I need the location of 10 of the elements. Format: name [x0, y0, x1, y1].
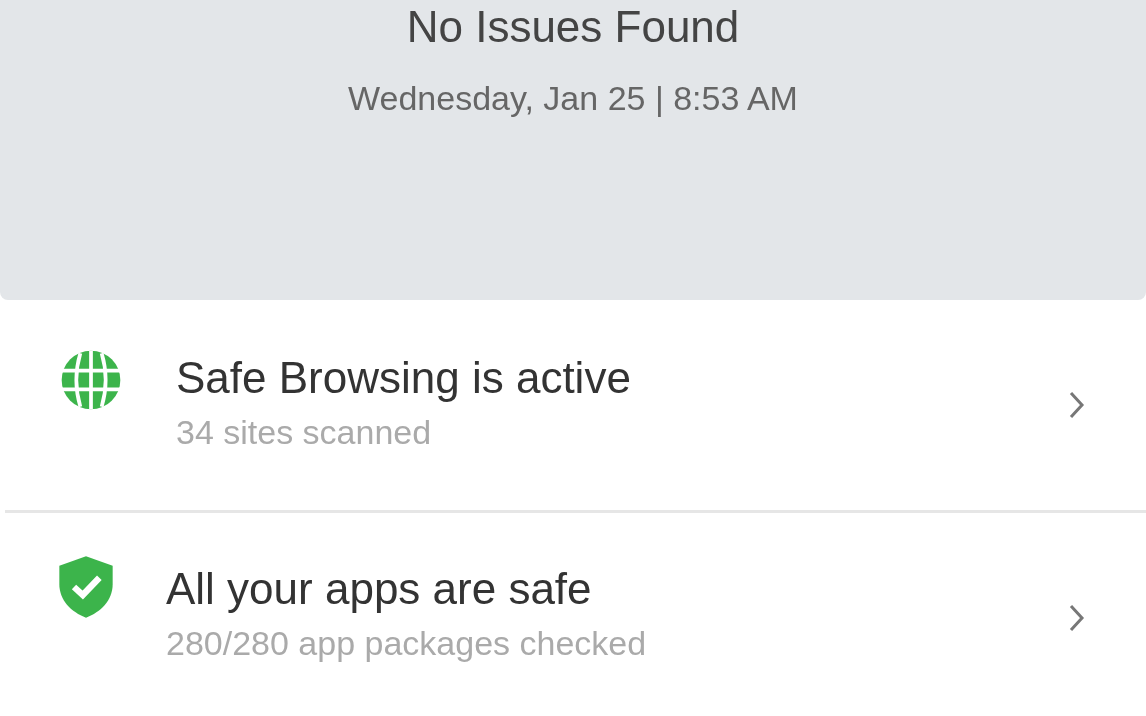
- status-row[interactable]: All your apps are safe 280/280 app packages checked: [0, 513, 1146, 716]
- row-subtitle: 280/280 app packages checked: [166, 623, 648, 663]
- row-title: Safe Browsing is active: [176, 352, 632, 404]
- status-row[interactable]: Safe Browsing is active 34 sites scanned: [0, 300, 1146, 510]
- shield-check-icon: [58, 555, 114, 619]
- scan-timestamp: Wednesday, Jan 25 | 8:53 AM: [348, 78, 798, 118]
- status-heading: No Issues Found: [406, 2, 740, 52]
- row-subtitle: 34 sites scanned: [176, 412, 433, 452]
- globe-icon: [59, 348, 123, 412]
- row-title: All your apps are safe: [166, 563, 593, 615]
